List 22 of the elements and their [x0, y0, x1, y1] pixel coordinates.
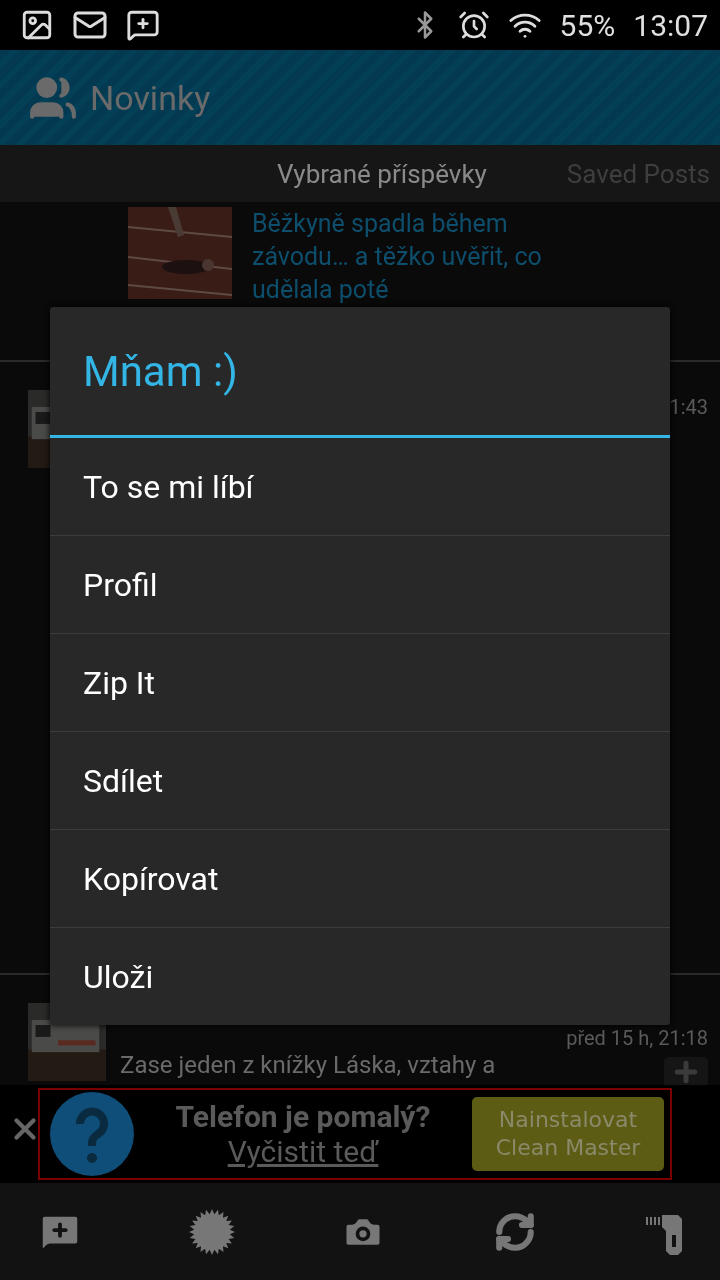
alarm-icon	[457, 9, 490, 41]
chat-icon	[126, 8, 160, 42]
ad-banner[interactable]: Telefon je pomalý? Vyčistit teď Nainstalovat Clean Master	[38, 1088, 672, 1180]
post-time: 1:43	[669, 396, 708, 418]
question-icon	[50, 1092, 134, 1176]
menu-item[interactable]: Kopírovat	[50, 829, 670, 927]
menu-item[interactable]: Zip It	[50, 633, 670, 731]
image-icon	[20, 8, 54, 42]
starburst-icon[interactable]	[188, 1208, 235, 1255]
app-title: Novinky	[90, 77, 211, 118]
menu-item[interactable]: Uloži	[50, 927, 670, 1025]
menu-item[interactable]: To se mi líbí	[50, 438, 670, 535]
ad-link[interactable]: Vyčistit teď	[227, 1134, 379, 1169]
ad-headline: Telefon je pomalý?	[175, 1099, 431, 1134]
tab[interactable]: Vybrané příspěvky	[276, 158, 487, 189]
post-time: před 15 h, 21:18	[566, 1027, 708, 1049]
menu-item[interactable]: Profil	[50, 535, 670, 633]
dialog-title: Mňam :)	[50, 307, 670, 438]
post-text: Zase jeden z knížky Láska, vztahy a	[120, 1051, 496, 1079]
battery-level: 55%	[559, 7, 616, 43]
menu-item[interactable]: Sdílet	[50, 731, 670, 829]
clock: 13:07	[633, 7, 708, 43]
